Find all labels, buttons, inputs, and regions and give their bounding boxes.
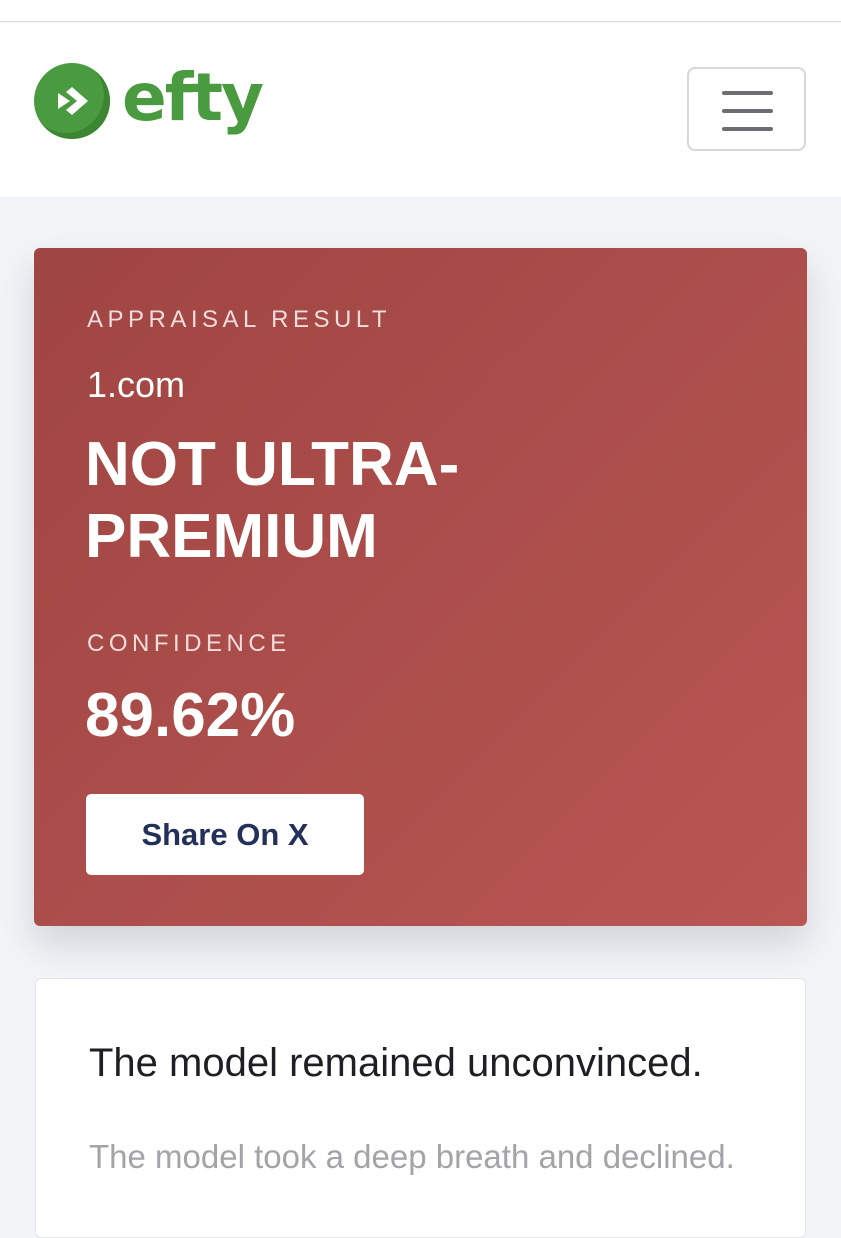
appraisal-verdict: NOT ULTRA-PREMIUM — [85, 430, 460, 571]
share-on-x-button[interactable]: Share On X — [86, 794, 364, 875]
logo-wordmark: efty — [122, 59, 264, 136]
confidence-label: CONFIDENCE — [87, 630, 291, 657]
efty-logo[interactable]: efty — [34, 59, 264, 139]
menu-button[interactable] — [687, 67, 806, 151]
appraisal-result-card: APPRAISAL RESULT 1.com NOT ULTRA-PREMIUM… — [34, 248, 807, 926]
domain-name: 1.com — [87, 364, 186, 405]
site-header: efty — [0, 23, 841, 197]
model-message-card: The model remained unconvinced. The mode… — [35, 978, 806, 1238]
browser-top-strip — [0, 0, 841, 22]
confidence-value: 89.62% — [85, 681, 296, 750]
message-title: The model remained unconvinced. — [89, 1041, 703, 1085]
message-body: The model took a deep breath and decline… — [89, 1138, 735, 1175]
appraisal-result-label: APPRAISAL RESULT — [87, 306, 392, 333]
efty-arrow-logo-icon — [34, 63, 110, 139]
